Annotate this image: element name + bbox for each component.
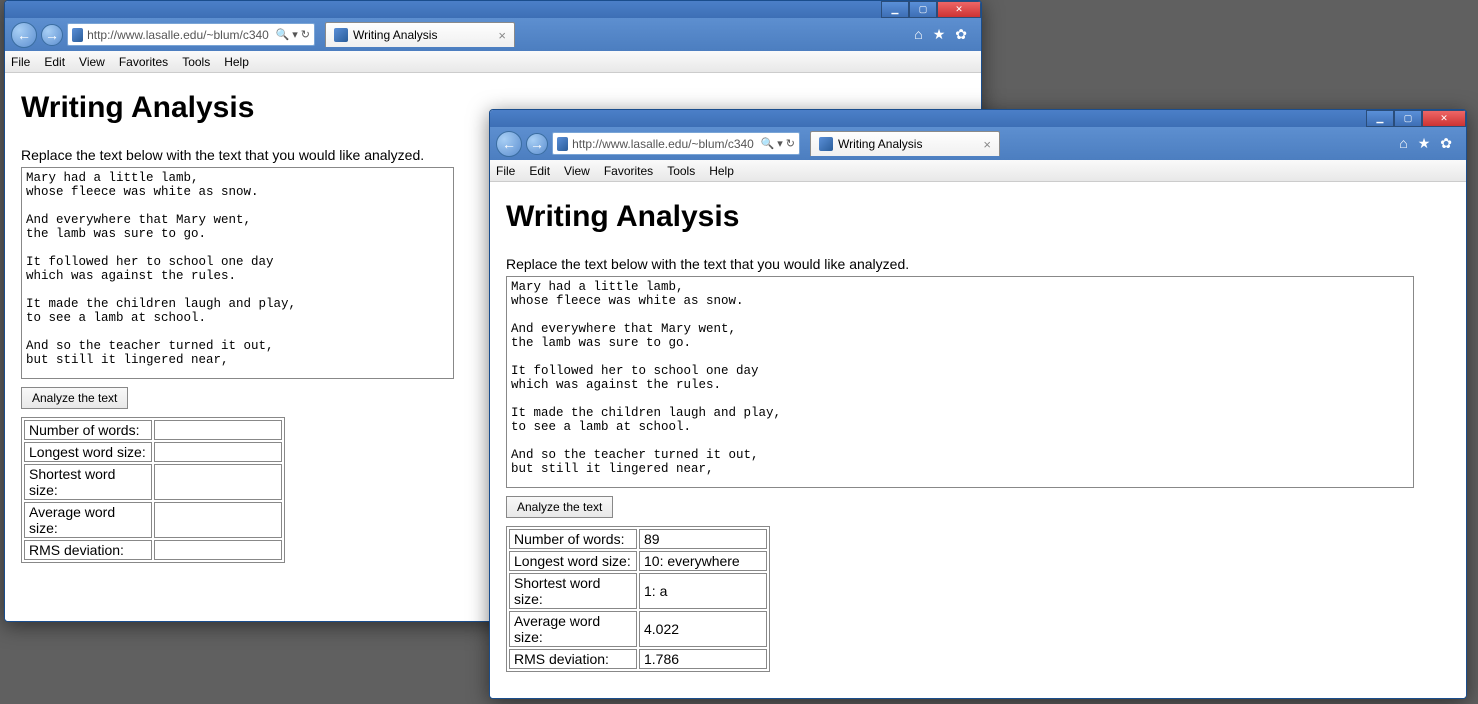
page-content: Writing Analysis Replace the text below … [490, 182, 1466, 699]
row-label: Number of words: [509, 529, 637, 549]
analyze-button[interactable]: Analyze the text [21, 387, 128, 409]
row-label: Number of words: [24, 420, 152, 440]
nav-toolbar: ← → 🔍 ▾ ↻ Writing Analysis × ⌂ ★ ✿ [490, 127, 1466, 160]
menu-view[interactable]: View [564, 164, 590, 178]
maximize-button[interactable]: ▢ [909, 1, 937, 18]
titlebar[interactable]: ▁ ▢ ✕ [5, 1, 981, 18]
analyze-button[interactable]: Analyze the text [506, 496, 613, 518]
close-tab-icon[interactable]: × [498, 28, 506, 43]
home-icon[interactable]: ⌂ [914, 26, 922, 43]
table-row: Number of words: [24, 420, 282, 440]
row-label: Shortest word size: [24, 464, 152, 500]
row-label: Longest word size: [24, 442, 152, 462]
titlebar[interactable]: ▁ ▢ ✕ [490, 110, 1466, 127]
menu-edit[interactable]: Edit [529, 164, 550, 178]
table-row: RMS deviation: [24, 540, 282, 560]
tab-title: Writing Analysis [353, 28, 493, 42]
row-value: 1.786 [639, 649, 767, 669]
menu-bar: File Edit View Favorites Tools Help [490, 160, 1466, 182]
forward-button[interactable]: → [41, 24, 63, 46]
analysis-textarea[interactable] [506, 276, 1414, 488]
analysis-textarea[interactable] [21, 167, 454, 379]
search-icon[interactable]: 🔍 [276, 28, 290, 41]
home-icon[interactable]: ⌂ [1399, 135, 1407, 152]
results-table: Number of words: Longest word size: Shor… [21, 417, 285, 563]
menu-tools[interactable]: Tools [182, 55, 210, 69]
site-favicon-icon [72, 28, 83, 42]
address-bar[interactable]: 🔍 ▾ ↻ [67, 23, 315, 46]
search-icon[interactable]: 🔍 [761, 137, 775, 150]
row-value: 1: a [639, 573, 767, 609]
menu-help[interactable]: Help [709, 164, 734, 178]
dropdown-icon[interactable]: ▾ [292, 28, 298, 41]
browser-tab[interactable]: Writing Analysis × [325, 22, 515, 47]
table-row: Longest word size:10: everywhere [509, 551, 767, 571]
minimize-button[interactable]: ▁ [1366, 110, 1394, 127]
table-row: Number of words:89 [509, 529, 767, 549]
table-row: Shortest word size:1: a [509, 573, 767, 609]
page-title: Writing Analysis [506, 200, 1450, 234]
dropdown-icon[interactable]: ▾ [777, 137, 783, 150]
table-row: RMS deviation:1.786 [509, 649, 767, 669]
address-bar[interactable]: 🔍 ▾ ↻ [552, 132, 800, 155]
row-value [154, 502, 282, 538]
site-favicon-icon [557, 137, 568, 151]
browser-tab[interactable]: Writing Analysis × [810, 131, 1000, 156]
menu-tools[interactable]: Tools [667, 164, 695, 178]
row-label: Shortest word size: [509, 573, 637, 609]
row-value: 89 [639, 529, 767, 549]
tab-favicon-icon [334, 28, 348, 42]
browser-window-after: ▁ ▢ ✕ ← → 🔍 ▾ ↻ Writing Analysis × ⌂ ★ [489, 109, 1467, 699]
close-button[interactable]: ✕ [937, 1, 981, 18]
menu-favorites[interactable]: Favorites [119, 55, 168, 69]
table-row: Average word size:4.022 [509, 611, 767, 647]
row-value [154, 420, 282, 440]
tab-title: Writing Analysis [838, 137, 978, 151]
favorites-icon[interactable]: ★ [1418, 135, 1431, 152]
results-table: Number of words:89 Longest word size:10:… [506, 526, 770, 672]
menu-bar: File Edit View Favorites Tools Help [5, 51, 981, 73]
back-button[interactable]: ← [11, 22, 37, 48]
menu-file[interactable]: File [496, 164, 515, 178]
url-input[interactable] [87, 28, 275, 42]
row-value: 10: everywhere [639, 551, 767, 571]
forward-button[interactable]: → [526, 133, 548, 155]
instruction-text: Replace the text below with the text tha… [506, 256, 1450, 272]
settings-icon[interactable]: ✿ [1440, 135, 1452, 152]
row-label: RMS deviation: [24, 540, 152, 560]
refresh-icon[interactable]: ↻ [301, 28, 310, 41]
close-tab-icon[interactable]: × [983, 137, 991, 152]
row-value [154, 540, 282, 560]
row-label: Longest word size: [509, 551, 637, 571]
table-row: Longest word size: [24, 442, 282, 462]
settings-icon[interactable]: ✿ [955, 26, 967, 43]
row-label: Average word size: [509, 611, 637, 647]
url-input[interactable] [572, 137, 760, 151]
table-row: Shortest word size: [24, 464, 282, 500]
close-button[interactable]: ✕ [1422, 110, 1466, 127]
menu-edit[interactable]: Edit [44, 55, 65, 69]
tab-favicon-icon [819, 137, 833, 151]
back-button[interactable]: ← [496, 131, 522, 157]
row-label: RMS deviation: [509, 649, 637, 669]
row-value: 4.022 [639, 611, 767, 647]
refresh-icon[interactable]: ↻ [786, 137, 795, 150]
row-value [154, 464, 282, 500]
table-row: Average word size: [24, 502, 282, 538]
row-value [154, 442, 282, 462]
row-label: Average word size: [24, 502, 152, 538]
menu-favorites[interactable]: Favorites [604, 164, 653, 178]
menu-file[interactable]: File [11, 55, 30, 69]
favorites-icon[interactable]: ★ [933, 26, 946, 43]
maximize-button[interactable]: ▢ [1394, 110, 1422, 127]
nav-toolbar: ← → 🔍 ▾ ↻ Writing Analysis × ⌂ ★ ✿ [5, 18, 981, 51]
menu-view[interactable]: View [79, 55, 105, 69]
minimize-button[interactable]: ▁ [881, 1, 909, 18]
menu-help[interactable]: Help [224, 55, 249, 69]
